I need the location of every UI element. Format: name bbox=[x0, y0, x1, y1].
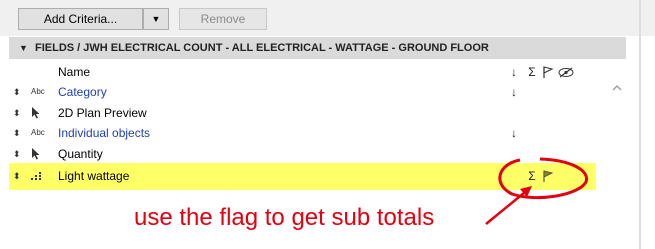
section-title: FIELDS / JWH ELECTRICAL COUNT - ALL ELEC… bbox=[35, 42, 489, 54]
cursor-icon bbox=[31, 106, 41, 119]
sort-column-header[interactable]: ↓ bbox=[506, 62, 522, 82]
collapse-arrow-icon[interactable]: ▼ bbox=[19, 37, 28, 59]
table-row[interactable]: ⬍ Abc Category ↓ bbox=[9, 82, 596, 102]
drag-handle-icon[interactable]: ⬍ bbox=[13, 144, 21, 164]
sort-indicator[interactable]: ↓ bbox=[506, 123, 522, 143]
scroll-up-arrow-icon[interactable] bbox=[612, 84, 622, 94]
fields-section-header[interactable]: ▼ FIELDS / JWH ELECTRICAL COUNT - ALL EL… bbox=[9, 37, 626, 59]
toolbar: Add Criteria... ▼ Remove bbox=[0, 0, 655, 36]
name-column-header[interactable]: Name bbox=[58, 62, 90, 82]
remove-button[interactable]: Remove bbox=[179, 8, 267, 30]
add-criteria-button[interactable]: Add Criteria... bbox=[18, 8, 143, 30]
cursor-icon bbox=[31, 147, 41, 160]
table-row[interactable]: ⬍ Abc Individual objects ↓ bbox=[9, 123, 596, 143]
annotation-text: use the flag to get sub totals bbox=[134, 204, 435, 231]
flag-icon[interactable] bbox=[542, 66, 554, 79]
drag-handle-icon[interactable]: ⬍ bbox=[13, 123, 21, 143]
drag-handle-icon[interactable]: ⬍ bbox=[13, 163, 21, 190]
row-label-individual-objects: Individual objects bbox=[58, 126, 151, 140]
row-label-light-wattage: Light wattage bbox=[58, 169, 130, 183]
eye-hidden-icon[interactable] bbox=[558, 67, 574, 78]
row-label-category: Category bbox=[58, 85, 107, 99]
table-header: Name ↓ Σ bbox=[9, 62, 596, 82]
number-format-icon bbox=[31, 172, 43, 181]
drag-handle-icon[interactable]: ⬍ bbox=[13, 82, 21, 102]
sum-column-header[interactable]: Σ bbox=[524, 62, 540, 82]
sort-indicator[interactable]: ↓ bbox=[506, 82, 522, 102]
table-row[interactable]: ⬍ 2D Plan Preview bbox=[9, 103, 596, 123]
panel-divider bbox=[639, 0, 641, 249]
add-criteria-dropdown-button[interactable]: ▼ bbox=[143, 8, 169, 30]
drag-handle-icon[interactable]: ⬍ bbox=[13, 103, 21, 123]
text-field-icon: Abc bbox=[31, 87, 45, 96]
row-label-quantity: Quantity bbox=[58, 147, 103, 161]
row-label-2d-plan-preview: 2D Plan Preview bbox=[58, 106, 147, 120]
text-field-icon: Abc bbox=[31, 128, 45, 137]
annotation-arrow bbox=[485, 186, 532, 225]
